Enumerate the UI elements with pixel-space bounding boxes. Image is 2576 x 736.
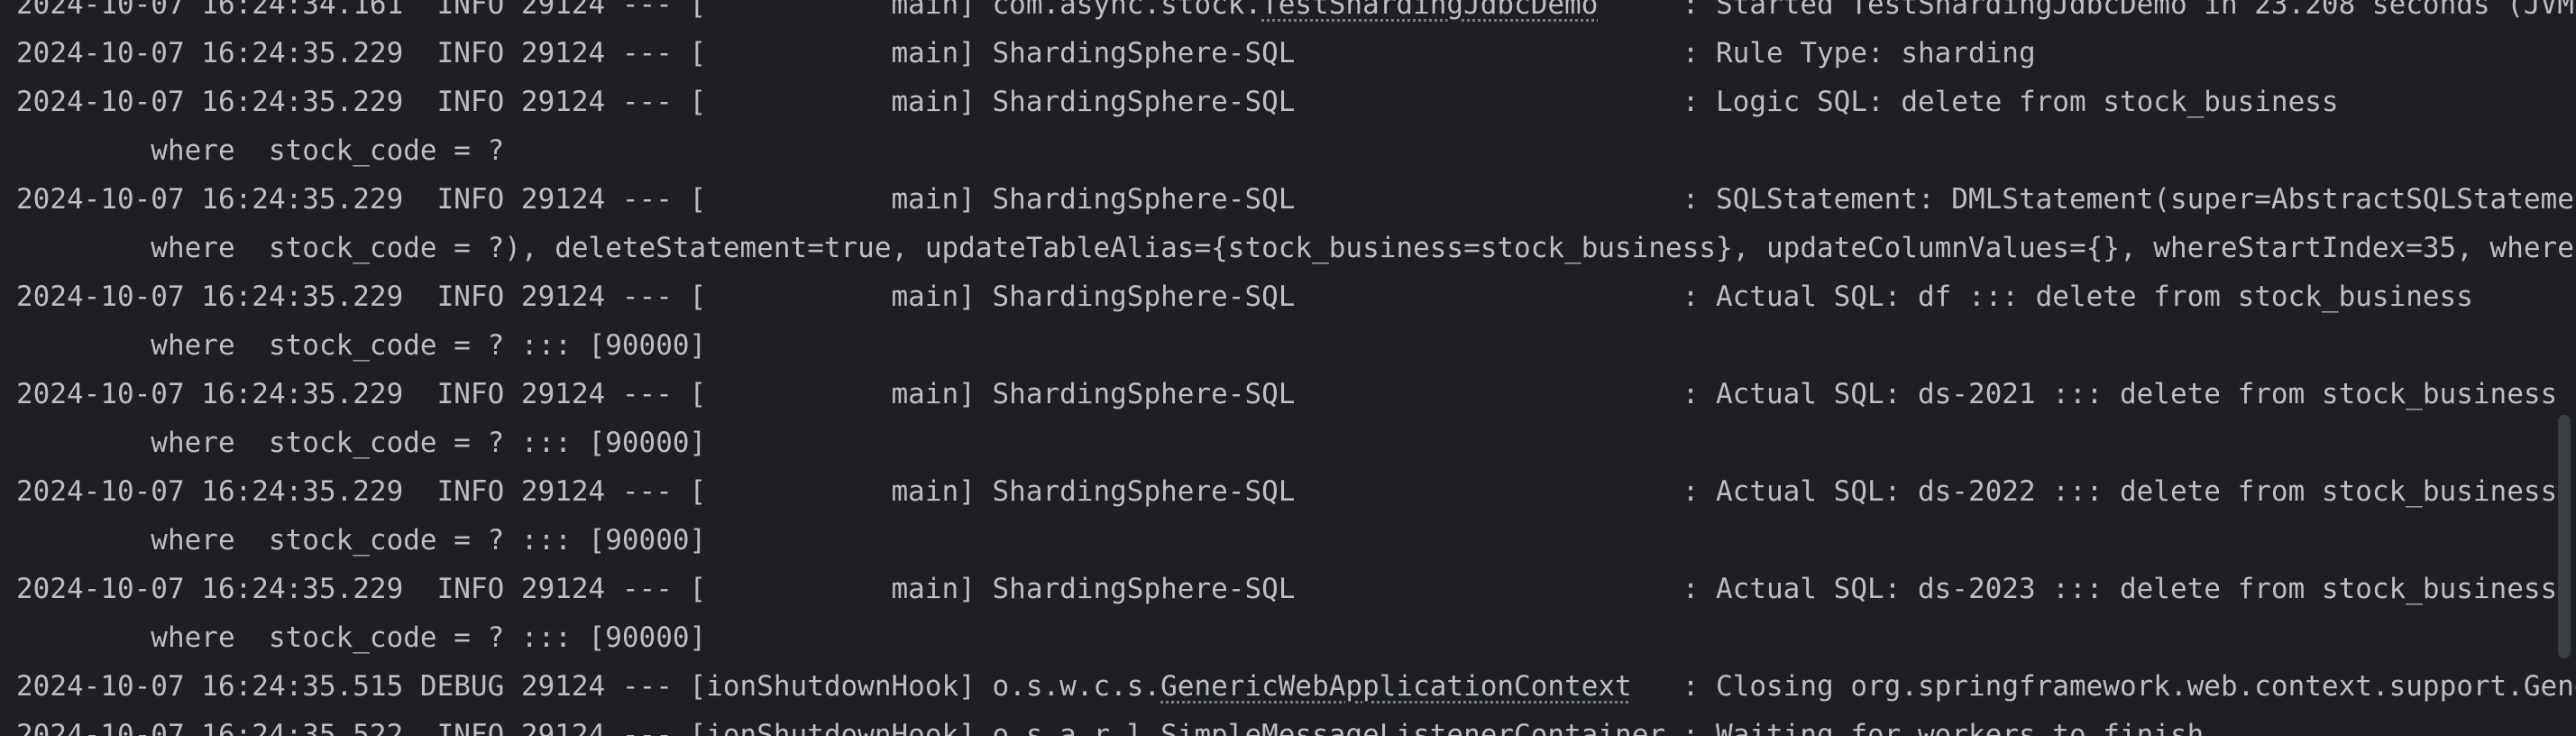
log-text: where stock_code = ? ::: [90000] [16, 621, 707, 654]
log-text: 2024-10-07 16:24:35.229 INFO 29124 --- [… [16, 573, 2558, 605]
class-link[interactable]: GenericWebApplicationContext [1160, 670, 1632, 703]
log-text: 2024-10-07 16:24:35.229 INFO 29124 --- [… [16, 378, 2558, 410]
log-line: 2024-10-07 16:24:35.515 DEBUG 29124 --- … [16, 662, 2576, 711]
log-line: 2024-10-07 16:24:35.229 INFO 29124 --- [… [16, 29, 2576, 78]
log-line: 2024-10-07 16:24:35.522 INFO 29124 --- [… [16, 711, 2576, 736]
log-line: where stock_code = ? [16, 126, 2576, 175]
log-message: : Waiting for workers to finish. [1665, 719, 2221, 736]
log-text: where stock_code = ? ::: [90000] [16, 427, 707, 459]
log-text: where stock_code = ? [16, 134, 505, 167]
log-line: where stock_code = ? ::: [90000] [16, 613, 2576, 662]
log-line: 2024-10-07 16:24:35.229 INFO 29124 --- [… [16, 467, 2576, 516]
log-lines: 2024-10-07 16:24:34.161 INFO 29124 --- [… [16, 0, 2576, 736]
log-text: 2024-10-07 16:24:35.229 INFO 29124 --- [… [16, 281, 2473, 313]
log-line: 2024-10-07 16:24:35.229 INFO 29124 --- [… [16, 272, 2576, 321]
log-message: : Closing org.springframework.web.contex… [1682, 670, 2576, 703]
log-text: where stock_code = ?), deleteStatement=t… [16, 232, 2576, 264]
console-output[interactable]: 2024-10-07 16:24:34.161 INFO 29124 --- [… [0, 0, 2576, 736]
vertical-scrollbar[interactable] [2558, 415, 2571, 658]
log-text: 2024-10-07 16:24:34.161 INFO 29124 --- [… [16, 0, 1262, 21]
class-link[interactable]: SimpleMessageListenerContainer [1160, 719, 1665, 736]
log-text: 2024-10-07 16:24:35.229 INFO 29124 --- [… [16, 86, 2339, 118]
log-text: 2024-10-07 16:24:35.522 INFO 29124 --- [… [16, 719, 1161, 736]
log-line: 2024-10-07 16:24:34.161 INFO 29124 --- [… [16, 0, 2576, 29]
log-text: 2024-10-07 16:24:35.515 DEBUG 29124 --- … [16, 670, 1161, 703]
log-text: where stock_code = ? ::: [90000] [16, 524, 707, 557]
log-text: where stock_code = ? ::: [90000] [16, 329, 707, 362]
log-line: where stock_code = ? ::: [90000] [16, 419, 2576, 467]
log-text: 2024-10-07 16:24:35.229 INFO 29124 --- [… [16, 475, 2558, 508]
log-line: where stock_code = ? ::: [90000] [16, 321, 2576, 370]
log-line: where stock_code = ? ::: [90000] [16, 516, 2576, 565]
log-text: 2024-10-07 16:24:35.229 INFO 29124 --- [… [16, 37, 2036, 69]
log-line: 2024-10-07 16:24:35.229 INFO 29124 --- [… [16, 370, 2576, 419]
log-line: where stock_code = ?), deleteStatement=t… [16, 224, 2576, 272]
class-link[interactable]: TestShardingJdbcDemo [1261, 0, 1598, 21]
log-text: 2024-10-07 16:24:35.229 INFO 29124 --- [… [16, 183, 2576, 216]
log-line: 2024-10-07 16:24:35.229 INFO 29124 --- [… [16, 78, 2576, 126]
log-line: 2024-10-07 16:24:35.229 INFO 29124 --- [… [16, 175, 2576, 224]
log-message: : Started TestShardingJdbcDemo in 23.208… [1682, 0, 2574, 21]
log-line: 2024-10-07 16:24:35.229 INFO 29124 --- [… [16, 565, 2576, 613]
